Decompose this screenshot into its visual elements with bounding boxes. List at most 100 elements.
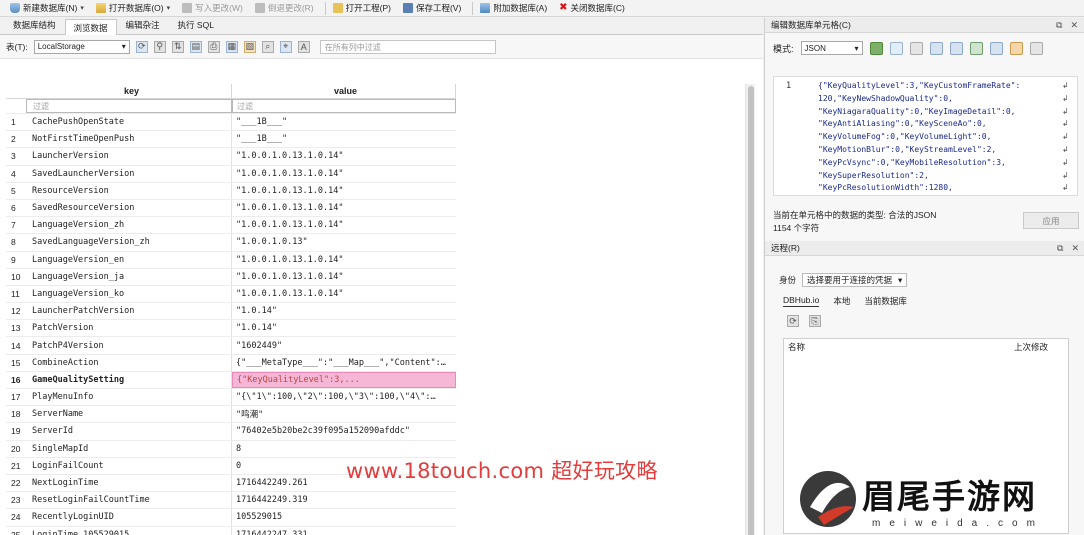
key-cell[interactable]: NextLoginTime bbox=[26, 474, 232, 492]
table-row[interactable]: 9 LanguageVersion_en "1.0.0.1.0.13.1.0.14" bbox=[6, 251, 456, 269]
value-cell[interactable]: "{\"1\":100,\"2\":100,\"3\":100,\"4\":… bbox=[232, 389, 456, 405]
evaluate-icon[interactable] bbox=[1009, 41, 1023, 55]
value-cell[interactable]: "鸣潮" bbox=[232, 406, 456, 422]
row-number[interactable]: 8 bbox=[6, 237, 26, 247]
table-row[interactable]: 8 SavedLanguageVersion_zh "1.0.0.1.0.13" bbox=[6, 234, 456, 252]
tab-database-structure[interactable]: 数据库结构 bbox=[4, 16, 65, 34]
key-cell[interactable]: LauncherPatchVersion bbox=[26, 303, 232, 320]
key-cell[interactable]: ResourceVersion bbox=[26, 182, 232, 199]
row-number[interactable]: 20 bbox=[6, 444, 26, 454]
column-header-name[interactable]: 名称 bbox=[788, 341, 805, 353]
table-row[interactable]: 6 SavedResourceVersion "1.0.0.1.0.13.1.0.1… bbox=[6, 199, 456, 218]
table-row[interactable]: 14 PatchP4Version "1602449" bbox=[6, 337, 456, 355]
key-cell[interactable]: NotFirstTimeOpenPush bbox=[26, 131, 232, 148]
key-cell[interactable]: SavedResourceVersion bbox=[26, 199, 232, 217]
value-cell[interactable]: "1.0.0.1.0.13.1.0.14" bbox=[232, 166, 456, 182]
key-cell[interactable]: SingleMapId bbox=[26, 440, 232, 457]
table-row[interactable]: 24 RecentlyLoginUID 105529015 bbox=[6, 509, 456, 527]
tab-execute-sql[interactable]: 执行 SQL bbox=[169, 16, 223, 34]
value-cell[interactable]: {"KeyQualityLevel":3,... bbox=[232, 371, 456, 388]
json-content[interactable]: {"KeyQualityLevel":3,"KeyCustomFrameRate… bbox=[818, 80, 1048, 195]
filter-all-columns-input[interactable]: 在所有列中过滤 bbox=[319, 39, 496, 54]
close-icon[interactable]: ✕ bbox=[1070, 20, 1078, 31]
table-select[interactable]: LocalStorage ▾ bbox=[33, 39, 130, 54]
column-header-value[interactable]: value bbox=[232, 84, 456, 98]
row-number[interactable]: 17 bbox=[6, 392, 26, 402]
key-cell[interactable]: LanguageVersion_zh bbox=[26, 217, 232, 234]
table-row[interactable]: 23 ResetLoginFailCountTime 1716442249.319 bbox=[6, 492, 456, 510]
filter-value-input[interactable]: 过滤 bbox=[232, 99, 456, 113]
row-number[interactable]: 23 bbox=[6, 495, 26, 505]
apply-button[interactable]: 应用 bbox=[1023, 212, 1079, 229]
key-cell[interactable]: LanguageVersion_en bbox=[26, 251, 232, 268]
json-editor[interactable]: 1 {"KeyQualityLevel":3,"KeyCustomFrameRa… bbox=[773, 76, 1078, 196]
value-cell[interactable]: "1.0.0.1.0.13.1.0.14" bbox=[232, 252, 456, 268]
key-cell[interactable]: PatchVersion bbox=[26, 320, 232, 337]
table-row[interactable]: 3 LauncherVersion "1.0.0.1.0.13.1.0.14" bbox=[6, 148, 456, 166]
row-number[interactable]: 11 bbox=[6, 289, 26, 299]
table-row[interactable]: 10 LanguageVersion_ja "1.0.0.1.0.13.1.0.14… bbox=[6, 268, 456, 286]
float-pane-icon[interactable]: ⧉ bbox=[1056, 20, 1062, 31]
save-project-button[interactable]: 保存工程(V) bbox=[399, 1, 469, 16]
value-cell[interactable]: "1.0.14" bbox=[232, 320, 456, 336]
tab-browse-data[interactable]: 浏览数据 bbox=[64, 19, 117, 35]
row-number[interactable]: 25 bbox=[6, 530, 26, 535]
value-cell[interactable]: {"___MetaType___":"___Map___","Content":… bbox=[232, 355, 456, 371]
value-cell[interactable]: "1.0.0.1.0.13.1.0.14" bbox=[232, 286, 456, 302]
value-cell[interactable]: 105529015 bbox=[232, 509, 456, 525]
close-database-button[interactable]: ✖ 关闭数据库(C) bbox=[555, 1, 633, 16]
print-icon[interactable] bbox=[989, 41, 1003, 55]
table-row[interactable]: 5 ResourceVersion "1.0.0.1.0.13.1.0.14" bbox=[6, 182, 456, 200]
clone-icon[interactable]: ⎘ bbox=[809, 315, 821, 327]
value-cell[interactable]: "1.0.0.1.0.13" bbox=[232, 234, 456, 250]
attach-database-button[interactable]: 附加数据库(A) bbox=[476, 1, 555, 16]
auto-switch-mode-icon[interactable] bbox=[869, 41, 883, 55]
clear-filters-icon[interactable]: ⚲ bbox=[153, 40, 166, 53]
table-row[interactable]: 7 LanguageVersion_zh "1.0.0.1.0.13.1.0.14" bbox=[6, 217, 456, 235]
table-row[interactable]: 17 PlayMenuInfo "{\"1\":100,\"2\":100,\"3\… bbox=[6, 389, 456, 407]
open-project-button[interactable]: 打开工程(P) bbox=[329, 1, 399, 16]
chevron-down-icon[interactable]: ▾ bbox=[80, 4, 84, 12]
key-cell[interactable]: CachePushOpenState bbox=[26, 114, 232, 131]
table-row[interactable]: 19 ServerId "76402e5b20be2c39f095a152090af… bbox=[6, 423, 456, 441]
row-number[interactable]: 16 bbox=[6, 375, 26, 385]
table-row[interactable]: 2 NotFirstTimeOpenPush "___1B___" bbox=[6, 131, 456, 149]
value-cell[interactable]: "1.0.0.1.0.13.1.0.14" bbox=[232, 217, 456, 233]
row-number[interactable]: 6 bbox=[6, 203, 26, 213]
row-number[interactable]: 22 bbox=[6, 478, 26, 488]
value-cell[interactable]: "___1B___" bbox=[232, 131, 456, 147]
table-row[interactable]: 15 CombineAction {"___MetaType___":"___Map… bbox=[6, 354, 456, 372]
row-number[interactable]: 19 bbox=[6, 426, 26, 436]
key-cell[interactable]: PlayMenuInfo bbox=[26, 389, 232, 406]
row-number[interactable]: 5 bbox=[6, 186, 26, 196]
tab-dbhub[interactable]: DBHub.io bbox=[783, 295, 820, 307]
refresh-icon[interactable]: ⟳ bbox=[787, 315, 799, 327]
row-number[interactable]: 9 bbox=[6, 255, 26, 265]
new-database-button[interactable]: 新建数据库(N) ▾ bbox=[6, 1, 92, 16]
tab-edit-pragmas[interactable]: 编辑杂注 bbox=[117, 16, 169, 34]
key-cell[interactable]: LanguageVersion_ko bbox=[26, 285, 232, 303]
identity-select[interactable]: 选择要用于连接的凭据 ▾ bbox=[802, 273, 908, 287]
row-number[interactable]: 18 bbox=[6, 409, 26, 419]
chevron-down-icon[interactable]: ▾ bbox=[167, 4, 171, 12]
scrollbar-thumb[interactable] bbox=[748, 86, 754, 535]
filter-key-input[interactable]: 过滤 bbox=[26, 99, 232, 113]
row-number[interactable]: 1 bbox=[6, 117, 26, 127]
key-cell[interactable]: LoginFailCount bbox=[26, 457, 232, 474]
value-cell[interactable]: "1.0.0.1.0.13.1.0.14" bbox=[232, 200, 456, 216]
table-row[interactable]: 12 LauncherPatchVersion "1.0.14" bbox=[6, 303, 456, 321]
key-cell[interactable]: RecentlyLoginUID bbox=[26, 509, 232, 526]
insert-record-icon[interactable]: ▦ bbox=[225, 40, 238, 53]
open-database-button[interactable]: 打开数据库(O) ▾ bbox=[92, 1, 178, 16]
column-header-last-modified[interactable]: 上次修改 bbox=[1014, 341, 1048, 353]
value-cell[interactable]: 1716442249.319 bbox=[232, 492, 456, 508]
value-cell[interactable]: "1602449" bbox=[232, 337, 456, 353]
export-icon[interactable] bbox=[949, 41, 963, 55]
value-cell[interactable]: 1716442247.331 bbox=[232, 527, 456, 535]
table-row[interactable]: 13 PatchVersion "1.0.14" bbox=[6, 320, 456, 338]
table-row[interactable]: 18 ServerName "鸣潮" bbox=[6, 406, 456, 424]
row-number[interactable]: 4 bbox=[6, 169, 26, 179]
revert-changes-button[interactable]: 倒退更改(R) bbox=[251, 1, 322, 16]
close-icon[interactable]: ✕ bbox=[1071, 243, 1079, 254]
refresh-icon[interactable]: ⟳ bbox=[135, 40, 148, 53]
